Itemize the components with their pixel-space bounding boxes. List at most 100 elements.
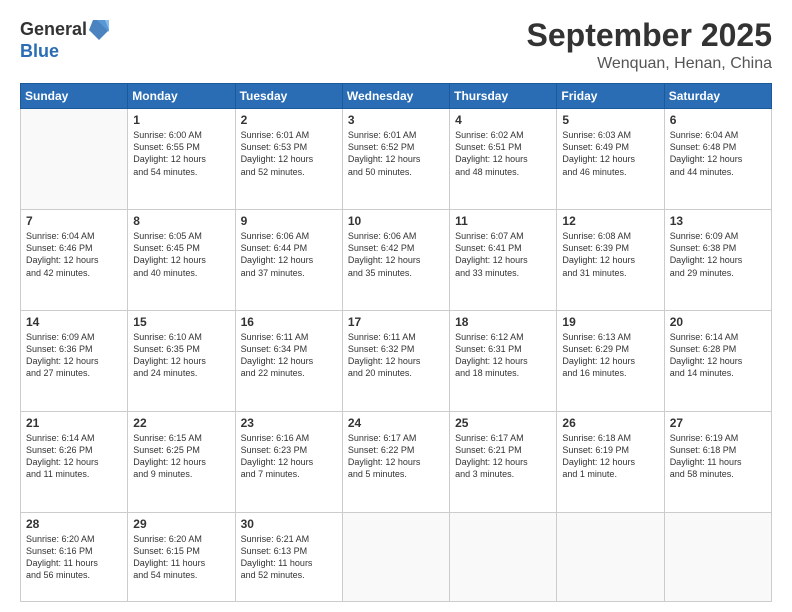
table-row: 27 Sunrise: 6:19 AMSunset: 6:18 PMDayligh… — [664, 412, 771, 513]
logo-general-text: General — [20, 20, 87, 40]
day-info: Sunrise: 6:11 AMSunset: 6:32 PMDaylight:… — [348, 331, 444, 380]
day-info: Sunrise: 6:09 AMSunset: 6:38 PMDaylight:… — [670, 230, 766, 279]
month-title: September 2025 — [527, 18, 772, 53]
table-row: 23Sunrise: 6:16 AMSunset: 6:23 PMDayligh… — [235, 412, 342, 513]
day-number: 14 — [26, 315, 122, 329]
header-saturday: Saturday — [664, 84, 771, 109]
table-row: 10 Sunrise: 6:06 AMSunset: 6:42 PMDayligh… — [342, 210, 449, 311]
table-row: 7 Sunrise: 6:04 AMSunset: 6:46 PMDaylight… — [21, 210, 128, 311]
day-info: Sunrise: 6:17 AMSunset: 6:22 PMDaylight:… — [348, 432, 444, 481]
table-row — [21, 109, 128, 210]
page: General Blue September 2025 Wenquan, Hen… — [0, 0, 792, 612]
location-title: Wenquan, Henan, China — [527, 55, 772, 73]
day-info: Sunrise: 6:18 AMSunset: 6:19 PMDaylight:… — [562, 432, 658, 481]
day-info: Sunrise: 6:06 AMSunset: 6:44 PMDaylight:… — [241, 230, 337, 279]
table-row: 14 Sunrise: 6:09 AMSunset: 6:36 PMDayligh… — [21, 311, 128, 412]
day-number: 18 — [455, 315, 551, 329]
day-number: 21 — [26, 416, 122, 430]
day-info: Sunrise: 6:12 AMSunset: 6:31 PMDaylight:… — [455, 331, 551, 380]
day-info: Sunrise: 6:14 AMSunset: 6:28 PMDaylight:… — [670, 331, 766, 380]
day-number: 30 — [241, 517, 337, 531]
day-info: Sunrise: 6:03 AMSunset: 6:49 PMDaylight:… — [562, 129, 658, 178]
day-number: 2 — [241, 113, 337, 127]
logo: General Blue — [20, 18, 109, 62]
table-row: 28 Sunrise: 6:20 AMSunset: 6:16 PMDayligh… — [21, 512, 128, 601]
header-thursday: Thursday — [450, 84, 557, 109]
day-number: 20 — [670, 315, 766, 329]
table-row: 22 Sunrise: 6:15 AMSunset: 6:25 PMDayligh… — [128, 412, 235, 513]
table-row — [557, 512, 664, 601]
day-info: Sunrise: 6:17 AMSunset: 6:21 PMDaylight:… — [455, 432, 551, 481]
day-number: 15 — [133, 315, 229, 329]
day-info: Sunrise: 6:20 AMSunset: 6:16 PMDaylight:… — [26, 533, 122, 582]
table-row: 13 Sunrise: 6:09 AMSunset: 6:38 PMDayligh… — [664, 210, 771, 311]
header: General Blue September 2025 Wenquan, Hen… — [20, 18, 772, 73]
table-row: 4Sunrise: 6:02 AMSunset: 6:51 PMDaylight… — [450, 109, 557, 210]
day-info: Sunrise: 6:04 AMSunset: 6:48 PMDaylight:… — [670, 129, 766, 178]
day-info: Sunrise: 6:01 AMSunset: 6:53 PMDaylight:… — [241, 129, 337, 178]
table-row: 17 Sunrise: 6:11 AMSunset: 6:32 PMDayligh… — [342, 311, 449, 412]
day-info: Sunrise: 6:01 AMSunset: 6:52 PMDaylight:… — [348, 129, 444, 178]
table-row — [664, 512, 771, 601]
table-row: 30 Sunrise: 6:21 AMSunset: 6:13 PMDayligh… — [235, 512, 342, 601]
days-header-row: Sunday Monday Tuesday Wednesday Thursday… — [21, 84, 772, 109]
table-row — [342, 512, 449, 601]
day-number: 5 — [562, 113, 658, 127]
day-info: Sunrise: 6:02 AMSunset: 6:51 PMDaylight:… — [455, 129, 551, 178]
day-number: 28 — [26, 517, 122, 531]
day-number: 29 — [133, 517, 229, 531]
day-number: 8 — [133, 214, 229, 228]
table-row: 21 Sunrise: 6:14 AMSunset: 6:26 PMDayligh… — [21, 412, 128, 513]
table-row: 24 Sunrise: 6:17 AMSunset: 6:22 PMDayligh… — [342, 412, 449, 513]
table-row — [450, 512, 557, 601]
table-row: 26 Sunrise: 6:18 AMSunset: 6:19 PMDayligh… — [557, 412, 664, 513]
day-number: 27 — [670, 416, 766, 430]
day-info: Sunrise: 6:10 AMSunset: 6:35 PMDaylight:… — [133, 331, 229, 380]
table-row: 15 Sunrise: 6:10 AMSunset: 6:35 PMDayligh… — [128, 311, 235, 412]
day-info: Sunrise: 6:14 AMSunset: 6:26 PMDaylight:… — [26, 432, 122, 481]
day-number: 19 — [562, 315, 658, 329]
header-tuesday: Tuesday — [235, 84, 342, 109]
day-number: 7 — [26, 214, 122, 228]
table-row: 12Sunrise: 6:08 AMSunset: 6:39 PMDayligh… — [557, 210, 664, 311]
day-info: Sunrise: 6:15 AMSunset: 6:25 PMDaylight:… — [133, 432, 229, 481]
table-row: 8Sunrise: 6:05 AMSunset: 6:45 PMDaylight… — [128, 210, 235, 311]
day-info: Sunrise: 6:11 AMSunset: 6:34 PMDaylight:… — [241, 331, 337, 380]
day-info: Sunrise: 6:21 AMSunset: 6:13 PMDaylight:… — [241, 533, 337, 582]
day-info: Sunrise: 6:04 AMSunset: 6:46 PMDaylight:… — [26, 230, 122, 279]
calendar-table: Sunday Monday Tuesday Wednesday Thursday… — [20, 83, 772, 602]
day-number: 26 — [562, 416, 658, 430]
day-info: Sunrise: 6:09 AMSunset: 6:36 PMDaylight:… — [26, 331, 122, 380]
day-number: 6 — [670, 113, 766, 127]
table-row: 18 Sunrise: 6:12 AMSunset: 6:31 PMDayligh… — [450, 311, 557, 412]
day-info: Sunrise: 6:19 AMSunset: 6:18 PMDaylight:… — [670, 432, 766, 481]
day-number: 24 — [348, 416, 444, 430]
day-number: 17 — [348, 315, 444, 329]
day-number: 13 — [670, 214, 766, 228]
table-row: 25Sunrise: 6:17 AMSunset: 6:21 PMDayligh… — [450, 412, 557, 513]
day-number: 10 — [348, 214, 444, 228]
day-number: 16 — [241, 315, 337, 329]
header-monday: Monday — [128, 84, 235, 109]
title-block: September 2025 Wenquan, Henan, China — [527, 18, 772, 73]
table-row: 16 Sunrise: 6:11 AMSunset: 6:34 PMDayligh… — [235, 311, 342, 412]
table-row: 6 Sunrise: 6:04 AMSunset: 6:48 PMDaylight… — [664, 109, 771, 210]
table-row: 19Sunrise: 6:13 AMSunset: 6:29 PMDayligh… — [557, 311, 664, 412]
logo-blue-text: Blue — [20, 42, 109, 62]
day-info: Sunrise: 6:20 AMSunset: 6:15 PMDaylight:… — [133, 533, 229, 582]
day-number: 3 — [348, 113, 444, 127]
day-info: Sunrise: 6:06 AMSunset: 6:42 PMDaylight:… — [348, 230, 444, 279]
day-number: 22 — [133, 416, 229, 430]
table-row: 20 Sunrise: 6:14 AMSunset: 6:28 PMDayligh… — [664, 311, 771, 412]
table-row: 3 Sunrise: 6:01 AMSunset: 6:52 PMDaylight… — [342, 109, 449, 210]
logo-icon — [89, 18, 109, 42]
day-info: Sunrise: 6:16 AMSunset: 6:23 PMDaylight:… — [241, 432, 337, 481]
table-row: 1 Sunrise: 6:00 AMSunset: 6:55 PMDaylight… — [128, 109, 235, 210]
header-sunday: Sunday — [21, 84, 128, 109]
table-row: 5 Sunrise: 6:03 AMSunset: 6:49 PMDaylight… — [557, 109, 664, 210]
day-info: Sunrise: 6:00 AMSunset: 6:55 PMDaylight:… — [133, 129, 229, 178]
day-info: Sunrise: 6:07 AMSunset: 6:41 PMDaylight:… — [455, 230, 551, 279]
table-row: 9Sunrise: 6:06 AMSunset: 6:44 PMDaylight… — [235, 210, 342, 311]
day-number: 1 — [133, 113, 229, 127]
table-row: 29 Sunrise: 6:20 AMSunset: 6:15 PMDayligh… — [128, 512, 235, 601]
